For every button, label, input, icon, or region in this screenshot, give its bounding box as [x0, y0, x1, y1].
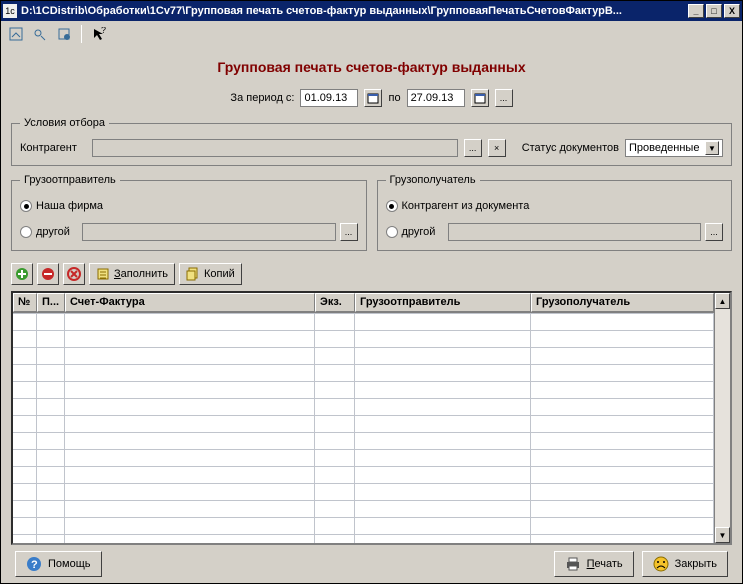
col-sender[interactable]: Грузоотправитель — [355, 293, 531, 312]
receiver-opt2-label: другой — [402, 226, 444, 238]
close-label: Закрыть — [675, 558, 717, 570]
copies-icon — [186, 267, 200, 281]
print-label: Печать — [587, 558, 623, 570]
clear-icon — [67, 267, 81, 281]
col-copies[interactable]: Экз. — [315, 293, 355, 312]
col-num[interactable]: № — [13, 293, 37, 312]
help-button[interactable]: ? Помощь — [15, 551, 102, 577]
radio-icon — [20, 200, 32, 212]
sender-opt2[interactable]: другой ... — [20, 222, 358, 242]
titlebar: 1c D:\1CDistrib\Обработки\1Cv77\Группова… — [1, 1, 742, 21]
action-bar: Заполнить Копий — [11, 263, 732, 285]
toolbar-icon-1[interactable] — [7, 25, 25, 43]
radio-icon — [20, 226, 32, 238]
status-value: Проведенные — [629, 142, 699, 154]
window-title: D:\1CDistrib\Обработки\1Cv77\Групповая п… — [21, 5, 686, 17]
sender-receiver-row: Грузоотправитель Наша фирма другой ... Г… — [11, 174, 732, 259]
grid-body[interactable] — [13, 313, 714, 543]
content-area: Групповая печать счетов-фактур выданных … — [1, 47, 742, 583]
scroll-up-icon[interactable]: ▲ — [715, 293, 730, 309]
sender-opt1-label: Наша фирма — [36, 200, 103, 212]
toolbar-icon-2[interactable] — [31, 25, 49, 43]
sender-other-lookup-button[interactable]: ... — [340, 223, 358, 241]
receiver-opt1-label: Контрагент из документа — [402, 200, 530, 212]
svg-text:?: ? — [101, 27, 106, 35]
receiver-other-input[interactable] — [448, 223, 702, 241]
help-icon: ? — [26, 556, 42, 572]
counterparty-input[interactable] — [92, 139, 458, 157]
chevron-down-icon: ▼ — [705, 141, 719, 155]
filter-fieldset: Условия отбора Контрагент ... × Статус д… — [11, 117, 732, 166]
period-ellipsis-button[interactable]: ... — [495, 89, 513, 107]
scroll-track[interactable] — [715, 309, 730, 527]
radio-icon — [386, 200, 398, 212]
copies-label: Копий — [204, 268, 235, 280]
add-button[interactable] — [11, 263, 33, 285]
minus-icon — [41, 267, 55, 281]
sad-face-icon — [653, 556, 669, 572]
plus-icon — [15, 267, 29, 281]
minimize-button[interactable]: _ — [688, 4, 704, 18]
receiver-opt2[interactable]: другой ... — [386, 222, 724, 242]
copies-button[interactable]: Копий — [179, 263, 242, 285]
counterparty-clear-button[interactable]: × — [488, 139, 506, 157]
sender-other-input[interactable] — [82, 223, 336, 241]
receiver-fieldset: Грузополучатель Контрагент из документа … — [377, 174, 733, 251]
period-row: За период с: по ... — [11, 89, 732, 107]
toolbar-icon-3[interactable] — [55, 25, 73, 43]
radio-icon — [386, 226, 398, 238]
help-label: Помощь — [48, 558, 91, 570]
col-invoice[interactable]: Счет-Фактура — [65, 293, 315, 312]
maximize-button[interactable]: □ — [706, 4, 722, 18]
date-to-calendar-icon[interactable] — [471, 89, 489, 107]
close-button[interactable]: Закрыть — [642, 551, 728, 577]
print-button[interactable]: Печать — [554, 551, 634, 577]
printer-icon — [565, 556, 581, 572]
clear-button[interactable] — [63, 263, 85, 285]
help-pointer-icon[interactable]: ? — [90, 25, 108, 43]
toolbar-separator — [81, 25, 82, 43]
period-to-label: по — [388, 92, 400, 104]
fill-label: Заполнить — [114, 268, 168, 280]
filter-legend: Условия отбора — [20, 117, 109, 129]
date-from-input[interactable] — [300, 89, 358, 107]
sender-legend: Грузоотправитель — [20, 174, 120, 186]
date-from-calendar-icon[interactable] — [364, 89, 382, 107]
counterparty-label: Контрагент — [20, 142, 86, 154]
period-from-label: За период с: — [230, 92, 294, 104]
receiver-legend: Грузополучатель — [386, 174, 480, 186]
app-icon: 1c — [3, 4, 17, 18]
col-p[interactable]: П... — [37, 293, 65, 312]
grid-header: № П... Счет-Фактура Экз. Грузоотправител… — [13, 293, 714, 313]
close-window-button[interactable]: X — [724, 4, 740, 18]
page-title: Групповая печать счетов-фактур выданных — [11, 59, 732, 75]
app-window: 1c D:\1CDistrib\Обработки\1Cv77\Группова… — [0, 0, 743, 584]
counterparty-lookup-button[interactable]: ... — [464, 139, 482, 157]
receiver-other-lookup-button[interactable]: ... — [705, 223, 723, 241]
fill-button[interactable]: Заполнить — [89, 263, 175, 285]
status-label: Статус документов — [522, 142, 619, 154]
remove-button[interactable] — [37, 263, 59, 285]
date-to-input[interactable] — [407, 89, 465, 107]
data-grid[interactable]: № П... Счет-Фактура Экз. Грузоотправител… — [11, 291, 732, 545]
sender-opt1[interactable]: Наша фирма — [20, 196, 358, 216]
sender-opt2-label: другой — [36, 226, 78, 238]
grid-vscroll[interactable]: ▲ ▼ — [714, 293, 730, 543]
footer: ? Помощь Печать Закрыть — [11, 545, 732, 577]
receiver-opt1[interactable]: Контрагент из документа — [386, 196, 724, 216]
col-receiver[interactable]: Грузополучатель — [531, 293, 714, 312]
sender-fieldset: Грузоотправитель Наша фирма другой ... — [11, 174, 367, 251]
toolbar: ? — [1, 21, 742, 47]
svg-text:?: ? — [31, 559, 38, 571]
fill-icon — [96, 267, 110, 281]
scroll-down-icon[interactable]: ▼ — [715, 527, 730, 543]
status-combo[interactable]: Проведенные ▼ — [625, 139, 723, 157]
